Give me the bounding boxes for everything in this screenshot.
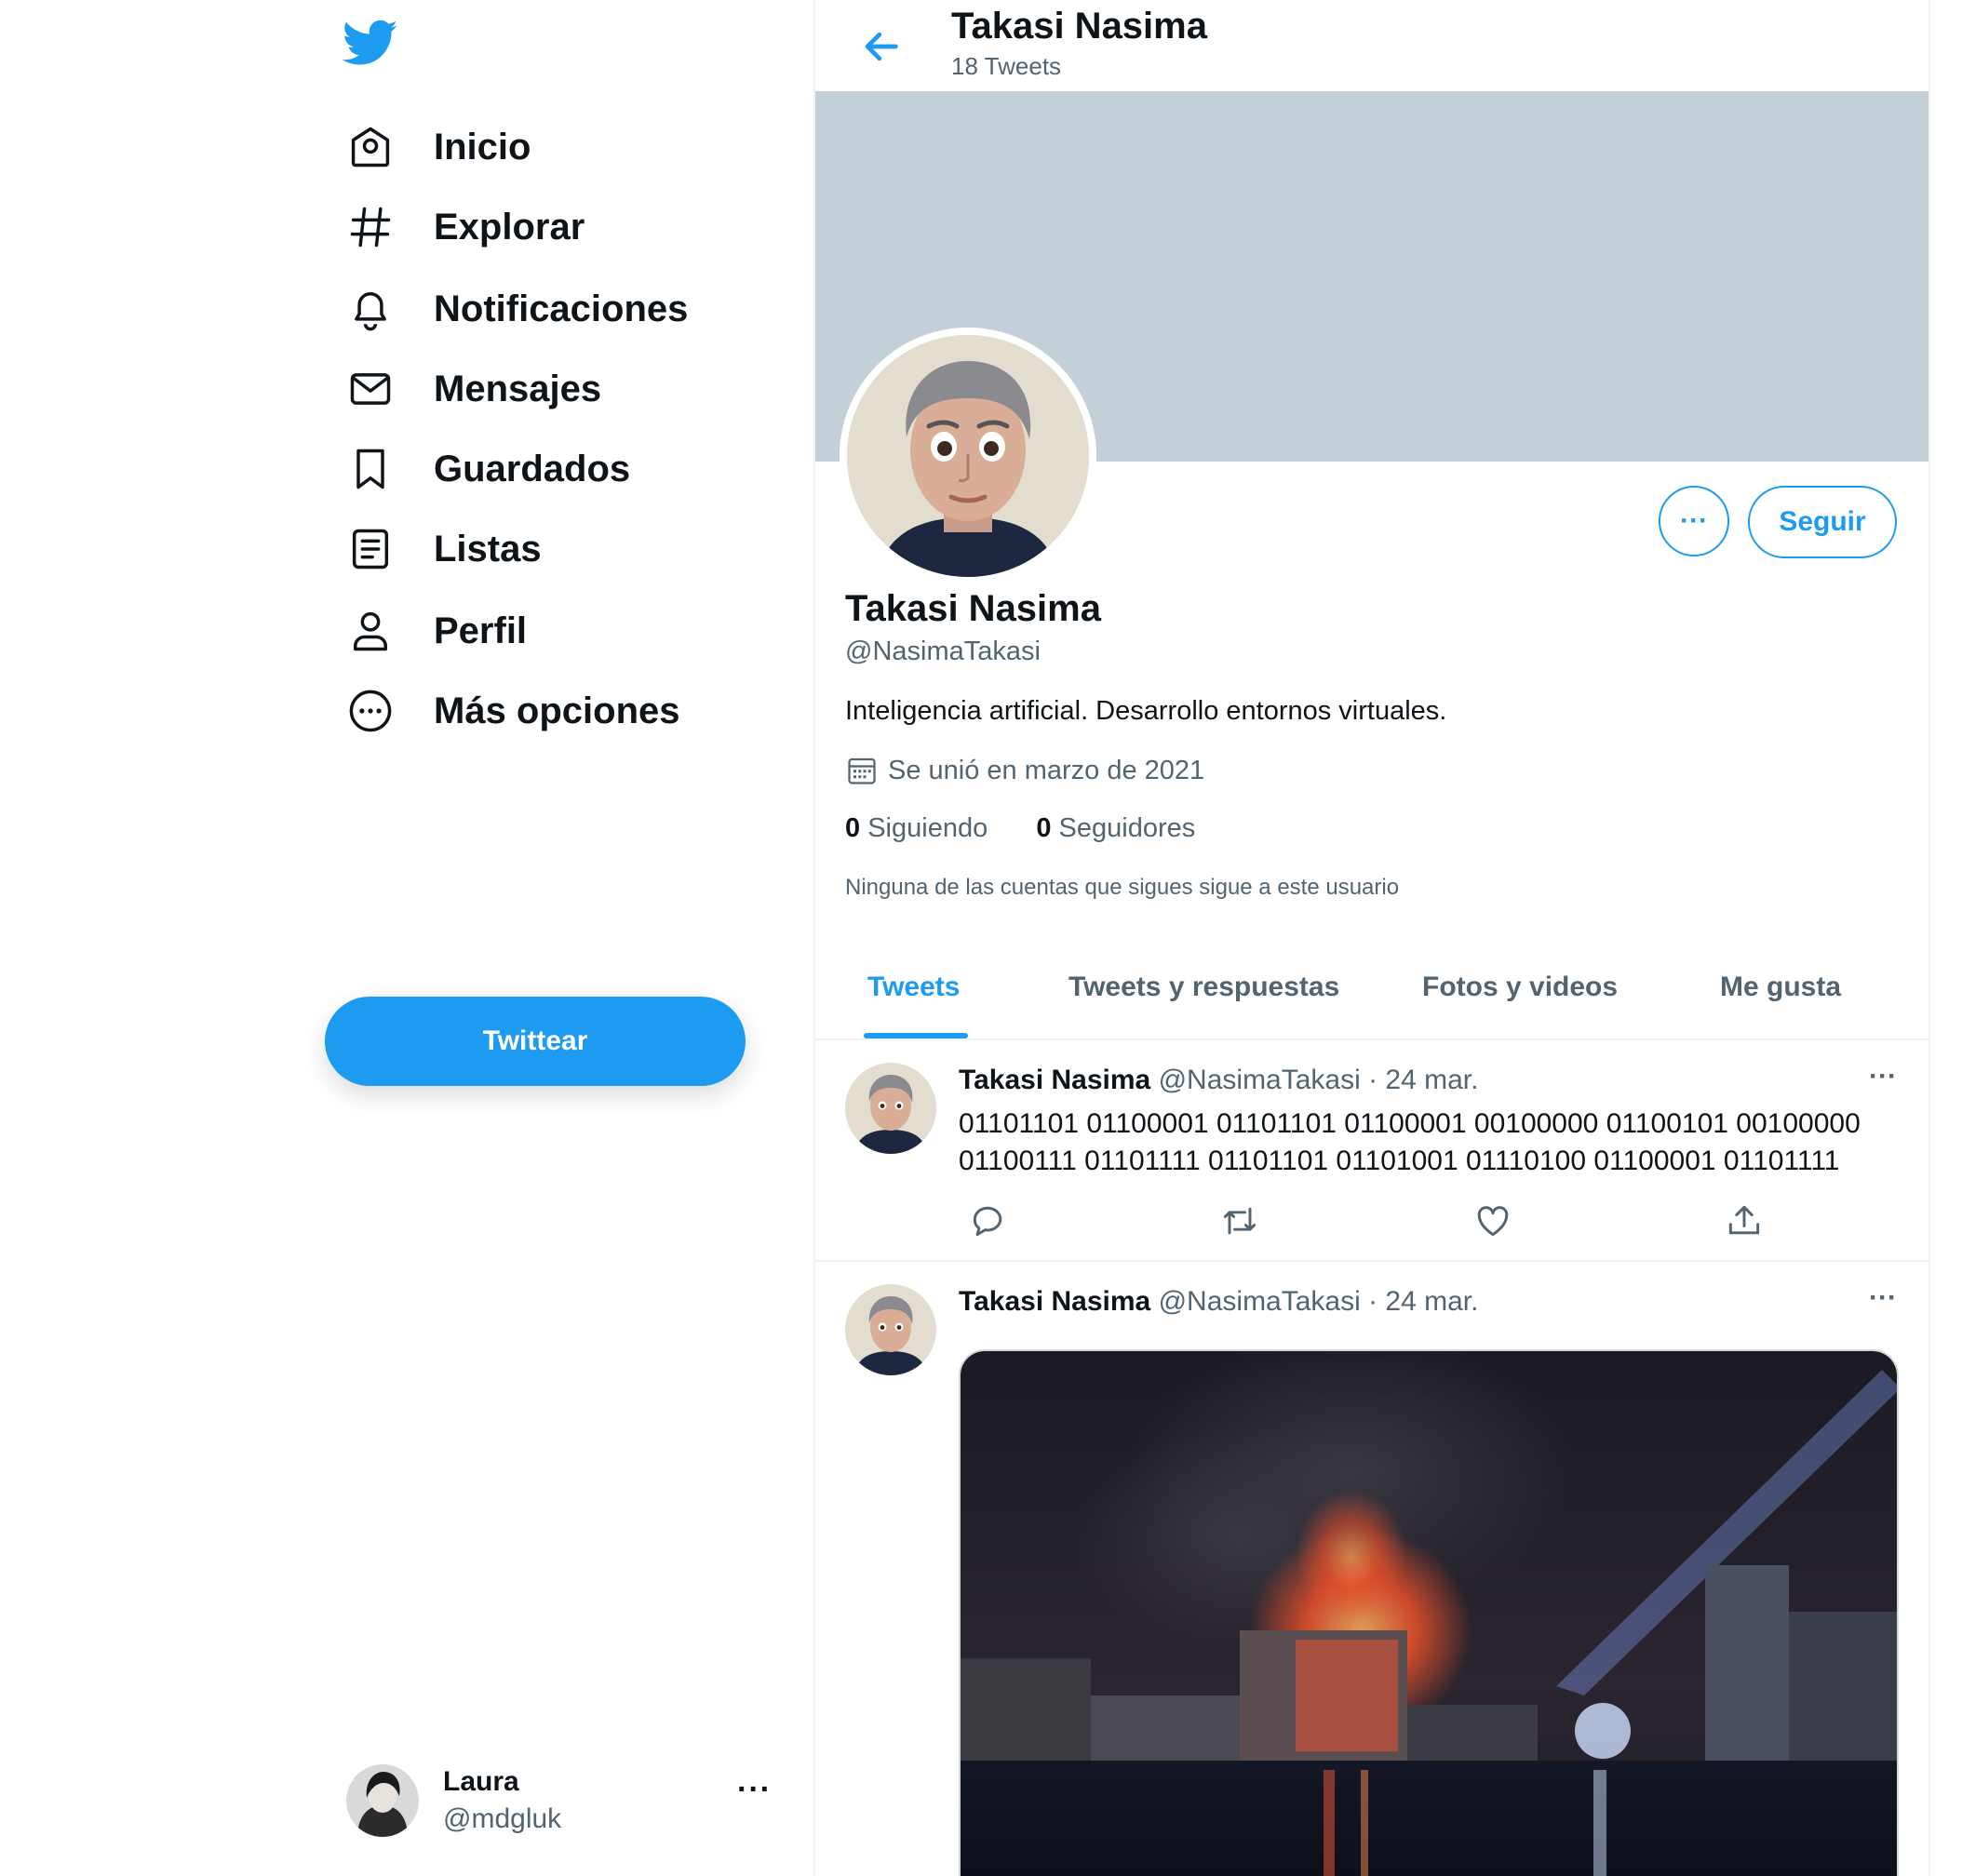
- nav-label: Más opciones: [434, 690, 680, 731]
- bell-icon: [341, 279, 400, 339]
- account-more-icon[interactable]: ···: [737, 1772, 772, 1808]
- retweet-icon[interactable]: [1219, 1200, 1260, 1241]
- tab-me-gusta[interactable]: Me gusta: [1720, 972, 1841, 1003]
- twitter-bird-icon[interactable]: [343, 15, 398, 71]
- bookmark-icon: [341, 439, 400, 499]
- nav-item-listas[interactable]: Listas: [341, 502, 542, 596]
- nav-label: Listas: [434, 528, 542, 570]
- tweet-meta: @NasimaTakasi · 24 mar.: [1158, 1065, 1479, 1095]
- profile-avatar[interactable]: [840, 328, 1096, 584]
- page-title: Takasi Nasima: [951, 6, 1207, 47]
- back-arrow-icon[interactable]: [854, 20, 907, 73]
- followers-link[interactable]: 0 Seguidores: [1036, 813, 1195, 843]
- more-circle-icon: [341, 681, 400, 741]
- tweet-media-photo[interactable]: [959, 1349, 1899, 1876]
- join-date: Se unió en marzo de 2021: [845, 754, 1204, 787]
- nav-item-explorar[interactable]: Explorar: [341, 181, 585, 274]
- tweet[interactable]: Takasi Nasima @NasimaTakasi · 24 mar. ··…: [815, 1262, 1928, 1876]
- nav-item-perfil[interactable]: Perfil: [341, 584, 527, 677]
- tweet-avatar[interactable]: [845, 1063, 936, 1154]
- nav-label: Mensajes: [434, 368, 602, 409]
- nav-item-mas-opciones[interactable]: Más opciones: [341, 664, 680, 757]
- avatar: [346, 1764, 419, 1837]
- profile-tabs: Tweets Tweets y respuestas Fotos y video…: [815, 947, 1928, 1040]
- tweet-button[interactable]: Twittear: [325, 997, 746, 1086]
- nav-item-notificaciones[interactable]: Notificaciones: [341, 262, 688, 355]
- tab-fotos-y-videos[interactable]: Fotos y videos: [1422, 972, 1618, 1003]
- like-icon[interactable]: [1472, 1200, 1513, 1241]
- sidebar: Inicio Explorar Notificaciones Mensajes: [0, 0, 813, 1876]
- reply-icon[interactable]: [968, 1200, 1009, 1241]
- envelope-icon: [341, 359, 400, 419]
- list-icon: [341, 519, 400, 579]
- profile-handle: @NasimaTakasi: [845, 636, 1041, 666]
- nav-label: Perfil: [434, 610, 528, 651]
- hashtag-icon: [341, 197, 400, 257]
- nav-item-mensajes[interactable]: Mensajes: [341, 342, 601, 436]
- nav-item-guardados[interactable]: Guardados: [341, 422, 630, 516]
- followers-you-know-note: Ninguna de las cuentas que sigues sigue …: [845, 875, 1400, 900]
- followers-label: Seguidores: [1058, 813, 1196, 843]
- tweet-author-name[interactable]: Takasi Nasima: [959, 1286, 1150, 1317]
- tweet-meta: @NasimaTakasi · 24 mar.: [1158, 1286, 1479, 1317]
- tab-tweets[interactable]: Tweets: [867, 972, 960, 1003]
- tweet-more-icon[interactable]: ···: [1869, 1061, 1897, 1092]
- tweet-more-icon[interactable]: ···: [1869, 1282, 1897, 1314]
- profile-name: Takasi Nasima: [845, 588, 1101, 629]
- following-label: Siguiendo: [867, 813, 988, 843]
- profile-stats: 0 Siguiendo 0 Seguidores: [845, 813, 1195, 844]
- profile-bio: Inteligencia artificial. Desarrollo ento…: [845, 696, 1447, 726]
- following-count: 0: [845, 813, 861, 843]
- profile-column: Takasi Nasima 18 Tweets ··· Seguir Takas…: [813, 0, 1930, 1876]
- follow-button[interactable]: Seguir: [1748, 486, 1897, 558]
- tweet-author-name[interactable]: Takasi Nasima: [959, 1065, 1150, 1095]
- nav-label: Guardados: [434, 448, 631, 489]
- tweet-header: Takasi Nasima @NasimaTakasi · 24 mar.: [959, 1065, 1478, 1096]
- tweet-count: 18 Tweets: [951, 52, 1062, 80]
- account-name: Laura: [443, 1766, 519, 1797]
- home-icon: [341, 117, 400, 177]
- nav-label: Explorar: [434, 206, 585, 248]
- tweet[interactable]: Takasi Nasima @NasimaTakasi · 24 mar. ··…: [815, 1040, 1928, 1262]
- tweet-actions: [959, 1200, 1796, 1241]
- account-handle: @mdgluk: [443, 1803, 562, 1834]
- followers-count: 0: [1036, 813, 1052, 843]
- nav-label: Notificaciones: [434, 288, 689, 329]
- join-date-text: Se unió en marzo de 2021: [888, 755, 1205, 785]
- active-tab-indicator: [864, 1033, 968, 1038]
- more-options-button[interactable]: ···: [1659, 486, 1729, 556]
- account-switcher[interactable]: Laura @mdgluk ···: [346, 1761, 774, 1841]
- nav-item-inicio[interactable]: Inicio: [341, 100, 531, 194]
- nav-label: Inicio: [434, 126, 531, 168]
- person-icon: [341, 601, 400, 661]
- tab-tweets-y-respuestas[interactable]: Tweets y respuestas: [1068, 972, 1339, 1003]
- calendar-icon: [848, 757, 876, 784]
- profile-header-bar: Takasi Nasima 18 Tweets: [815, 0, 1928, 91]
- tweet-avatar[interactable]: [845, 1284, 936, 1375]
- following-link[interactable]: 0 Siguiendo: [845, 813, 988, 843]
- tweet-header: Takasi Nasima @NasimaTakasi · 24 mar.: [959, 1286, 1478, 1318]
- share-icon[interactable]: [1724, 1200, 1765, 1241]
- tweet-text: 01101101 01100001 01101101 01100001 0010…: [959, 1108, 1861, 1176]
